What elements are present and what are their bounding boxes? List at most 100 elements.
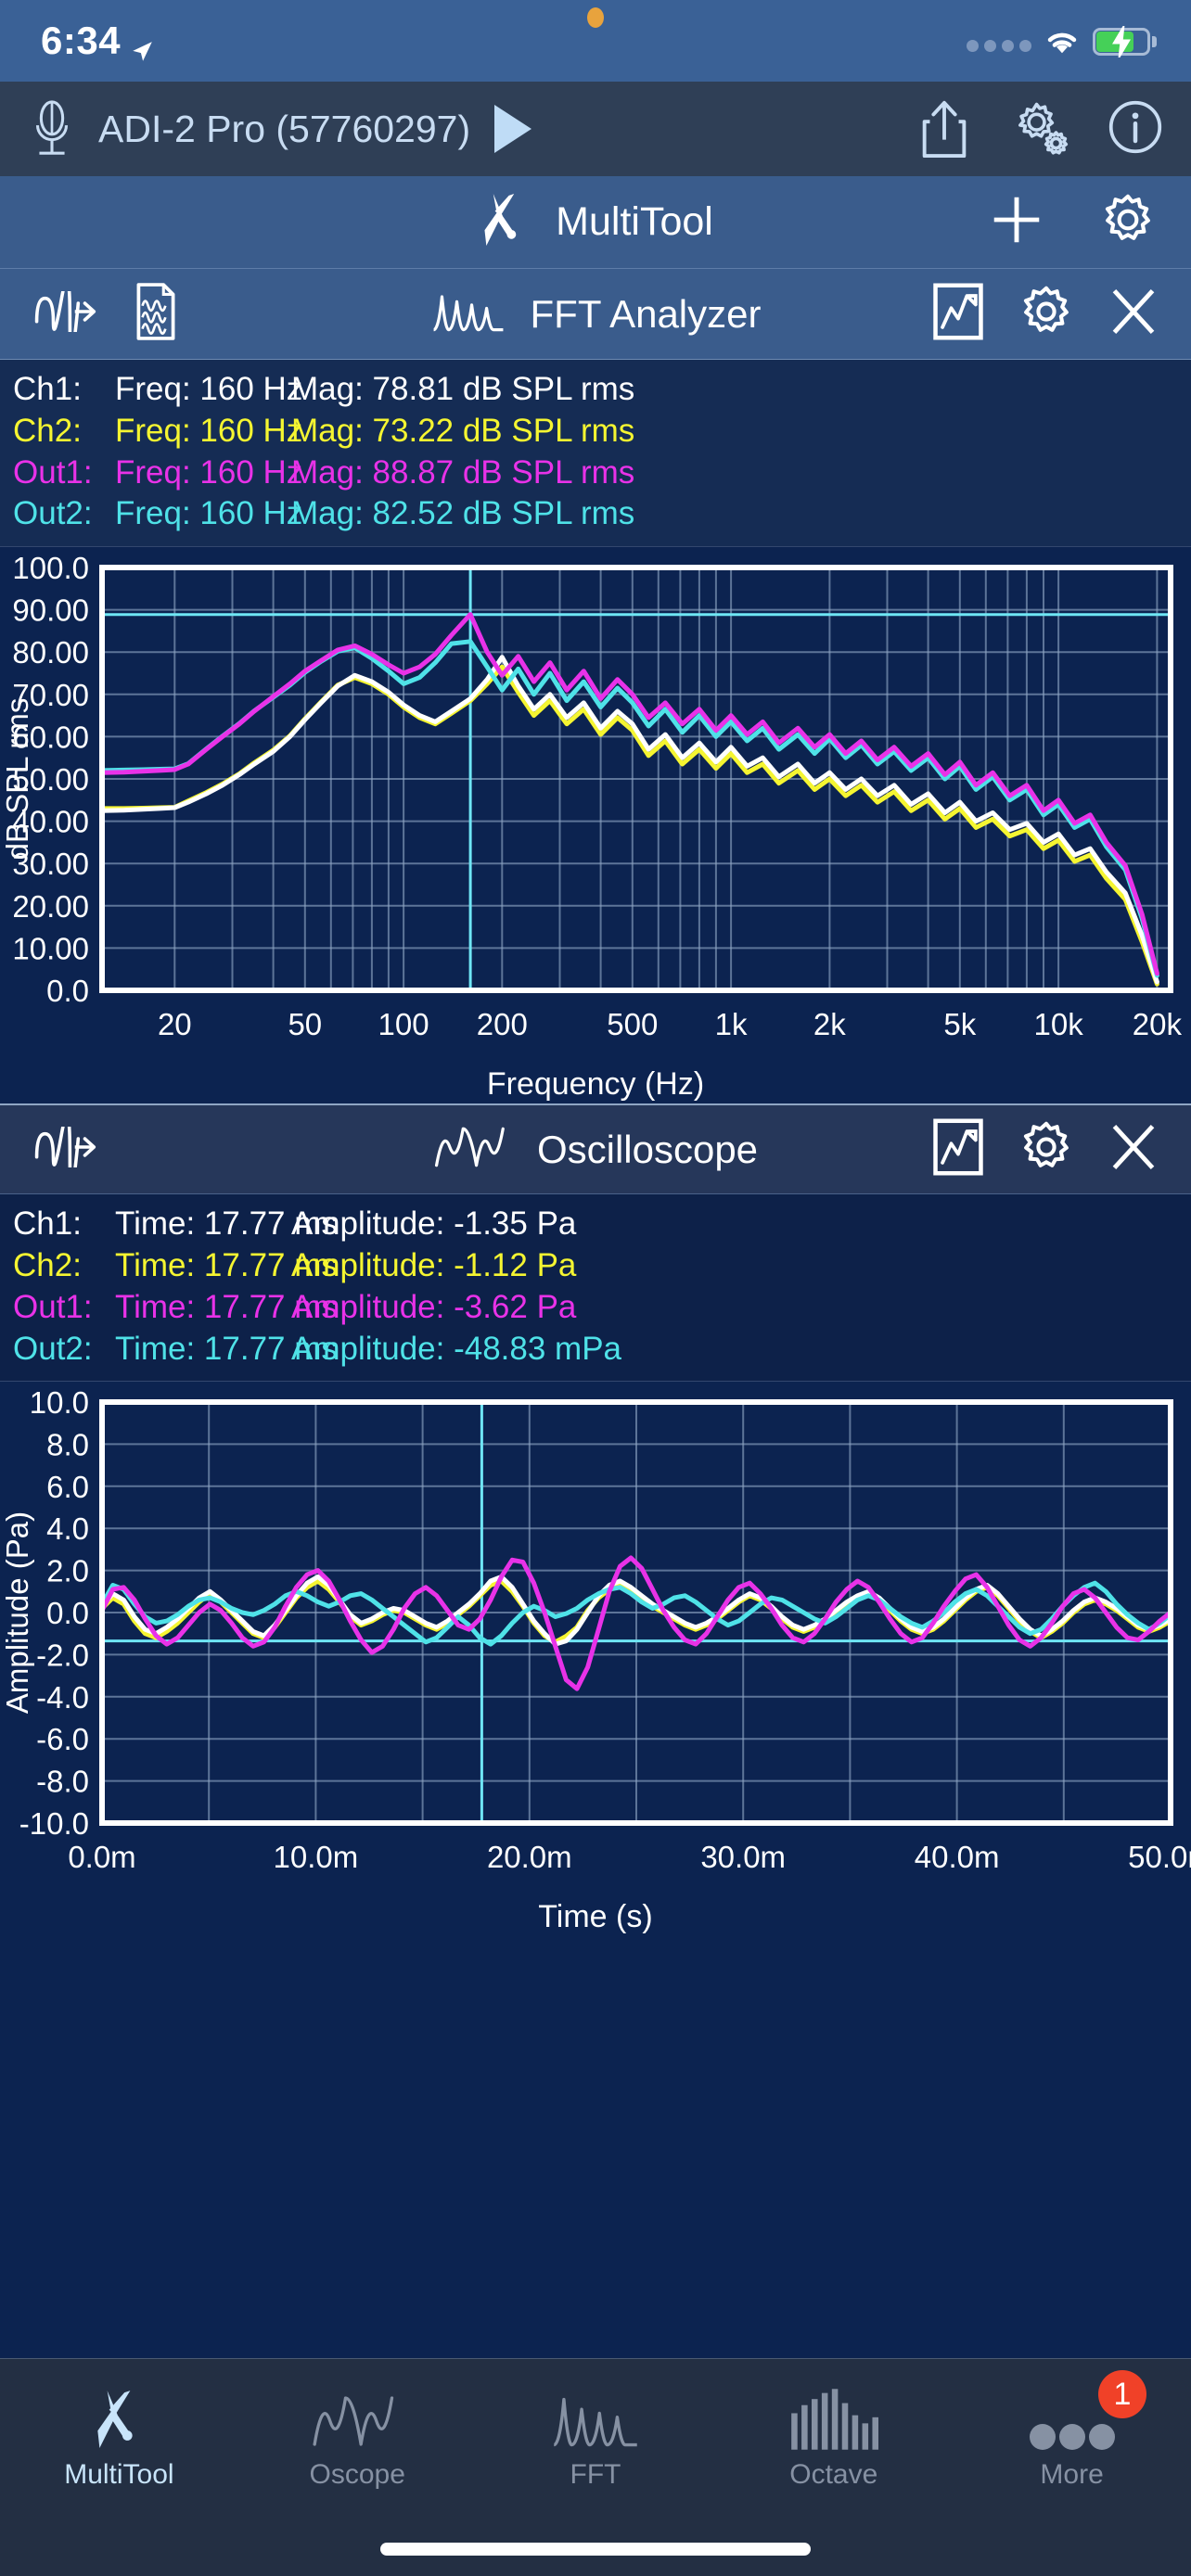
readout-secondary: Amplitude: -3.62 Pa xyxy=(291,1288,577,1325)
tab-label: MultiTool xyxy=(64,2459,174,2490)
readout-secondary: Mag: 73.22 dB SPL rms xyxy=(291,412,635,449)
readout-primary: Freq: 160 Hz xyxy=(115,412,303,449)
svg-text:6.0: 6.0 xyxy=(46,1470,89,1504)
fft-module-title: FFT Analyzer xyxy=(530,291,762,336)
svg-text:100.0: 100.0 xyxy=(12,551,89,585)
tab-multitool[interactable]: MultiTool xyxy=(0,2379,238,2491)
readout-left: Ch2: Freq: 160 Hz xyxy=(13,411,302,453)
svg-text:100: 100 xyxy=(378,1007,429,1041)
readout-secondary: Mag: 88.87 dB SPL rms xyxy=(291,453,635,491)
readout-row: Out1: Freq: 160 Hz Mag: 88.87 dB SPL rms xyxy=(13,453,1178,494)
device-name-label[interactable]: ADI-2 Pro (57760297) xyxy=(98,108,470,151)
readout-row: Ch2: Time: 17.77 ms Amplitude: -1.12 Pa xyxy=(13,1245,1178,1287)
multitool-icon xyxy=(90,2379,147,2450)
readout-secondary: Amplitude: -1.12 Pa xyxy=(291,1246,577,1283)
readout-secondary: Mag: 82.52 dB SPL rms xyxy=(291,495,635,532)
svg-text:50.0m: 50.0m xyxy=(1128,1840,1191,1874)
plus-icon[interactable] xyxy=(991,194,1043,250)
svg-text:10.0: 10.0 xyxy=(30,1385,89,1420)
svg-text:1k: 1k xyxy=(715,1007,748,1041)
oscilloscope-plot[interactable]: -10.0 -8.0 -6.0 -4.0 -2.0 0.0 2.0 4.0 6.0 8.0 10.0… xyxy=(0,1382,1191,1937)
tab-label: FFT xyxy=(570,2459,621,2490)
readout-row: Ch1: Time: 17.77 ms Amplitude: -1.35 Pa xyxy=(13,1204,1178,1245)
oscilloscope-module-header: Oscilloscope xyxy=(0,1103,1191,1195)
readout-channel: Ch2: xyxy=(13,1246,82,1283)
microphone-icon[interactable] xyxy=(28,100,76,158)
svg-text:-10.0: -10.0 xyxy=(19,1806,89,1841)
svg-text:90.00: 90.00 xyxy=(12,593,89,628)
readout-row: Ch1: Freq: 160 Hz Mag: 78.81 dB SPL rms xyxy=(13,369,1178,411)
oscilloscope-chart[interactable]: -10.0 -8.0 -6.0 -4.0 -2.0 0.0 2.0 4.0 6.0 8.0 10.0… xyxy=(0,1382,1191,1937)
svg-text:-8.0: -8.0 xyxy=(36,1765,89,1799)
svg-text:0.0m: 0.0m xyxy=(68,1840,135,1874)
readout-channel: Out2: xyxy=(13,495,93,532)
svg-text:2.0: 2.0 xyxy=(46,1554,89,1588)
close-x-icon[interactable] xyxy=(1108,1119,1159,1180)
svg-text:4.0: 4.0 xyxy=(46,1512,89,1547)
readout-secondary: Mag: 78.81 dB SPL rms xyxy=(291,371,635,407)
multitool-header: MultiTool xyxy=(0,176,1191,269)
readout-channel: Out1: xyxy=(13,1288,93,1325)
readout-channel: Ch1: xyxy=(13,371,82,407)
svg-text:20.0m: 20.0m xyxy=(487,1840,572,1874)
graph-box-icon[interactable] xyxy=(931,1117,985,1181)
status-time-label: 6:34 xyxy=(41,19,122,62)
close-x-icon[interactable] xyxy=(1108,284,1159,344)
svg-text:8.0: 8.0 xyxy=(46,1428,89,1462)
svg-text:5k: 5k xyxy=(943,1007,976,1041)
svg-text:200: 200 xyxy=(477,1007,528,1041)
readout-channel: Ch1: xyxy=(13,1205,82,1243)
gear-icon[interactable] xyxy=(1020,1120,1072,1179)
fft-module-header: FFT Analyzer xyxy=(0,269,1191,360)
tab-label: Octave xyxy=(789,2459,878,2490)
oscilloscope-readout: Ch1: Time: 17.77 ms Amplitude: -1.35 Pa Ch2… xyxy=(0,1194,1191,1383)
svg-text:-2.0: -2.0 xyxy=(36,1639,89,1673)
tab-octave[interactable]: Octave xyxy=(714,2379,953,2491)
tab-label: More xyxy=(1040,2459,1104,2490)
document-waveform-icon[interactable] xyxy=(132,283,180,345)
cellular-signal-dots xyxy=(967,40,1031,56)
svg-text:0.0: 0.0 xyxy=(46,974,89,1008)
wifi-icon xyxy=(1043,26,1082,56)
gear-icon[interactable] xyxy=(1102,193,1154,251)
svg-text:10.0m: 10.0m xyxy=(274,1840,359,1874)
share-export-icon[interactable] xyxy=(918,98,974,159)
play-icon[interactable] xyxy=(494,105,532,153)
svg-text:10k: 10k xyxy=(1034,1007,1084,1041)
gears-settings-icon[interactable] xyxy=(1013,98,1069,159)
fft-chart[interactable]: 0.010.0020.0030.0040.0050.0060.0070.0080… xyxy=(0,547,1191,1104)
badge-count: 1 xyxy=(1097,2370,1146,2418)
tab-fft[interactable]: FFT xyxy=(477,2379,715,2491)
octave-bars-icon xyxy=(789,2379,878,2450)
readout-channel: Out1: xyxy=(13,453,93,491)
tab-oscope[interactable]: Oscope xyxy=(238,2379,477,2491)
svg-text:10.00: 10.00 xyxy=(12,932,89,966)
svg-text:Frequency (Hz): Frequency (Hz) xyxy=(487,1066,704,1102)
gear-icon[interactable] xyxy=(1020,285,1072,343)
graph-box-icon[interactable] xyxy=(931,282,985,346)
svg-text:2k: 2k xyxy=(813,1007,846,1041)
readout-row: Out2: Time: 17.77 ms Amplitude: -48.83 mPa xyxy=(13,1329,1178,1371)
readout-row: Out2: Freq: 160 Hz Mag: 82.52 dB SPL rms xyxy=(13,493,1178,535)
readout-channel: Out2: xyxy=(13,1330,93,1367)
battery-charging-icon xyxy=(1093,26,1157,57)
readout-left: Out1: Time: 17.77 ms xyxy=(13,1287,338,1329)
info-circle-icon[interactable] xyxy=(1108,98,1163,159)
svg-text:Amplitude (Pa): Amplitude (Pa) xyxy=(0,1511,34,1714)
home-indicator xyxy=(380,2543,811,2556)
multitool-title: MultiTool xyxy=(556,199,713,244)
readout-channel: Ch2: xyxy=(13,412,82,449)
svg-text:50: 50 xyxy=(288,1007,322,1041)
svg-text:0.0: 0.0 xyxy=(46,1596,89,1630)
fft-plot[interactable]: 0.0 10.00 20.00 30.00 40.00 50.00 60.00 70.00 80… xyxy=(0,547,1191,1104)
signal-generator-icon[interactable] xyxy=(33,1114,96,1190)
readout-primary: Freq: 160 Hz xyxy=(115,453,303,491)
tab-label: Oscope xyxy=(309,2459,405,2490)
tab-more[interactable]: More 1 xyxy=(953,2370,1191,2491)
svg-text:-6.0: -6.0 xyxy=(36,1723,89,1757)
location-arrow-icon xyxy=(130,29,154,61)
readout-row: Ch2: Freq: 160 Hz Mag: 73.22 dB SPL rms xyxy=(13,411,1178,453)
svg-text:20k: 20k xyxy=(1133,1007,1183,1041)
readout-left: Ch2: Time: 17.77 ms xyxy=(13,1245,338,1287)
signal-generator-icon[interactable] xyxy=(33,277,96,354)
